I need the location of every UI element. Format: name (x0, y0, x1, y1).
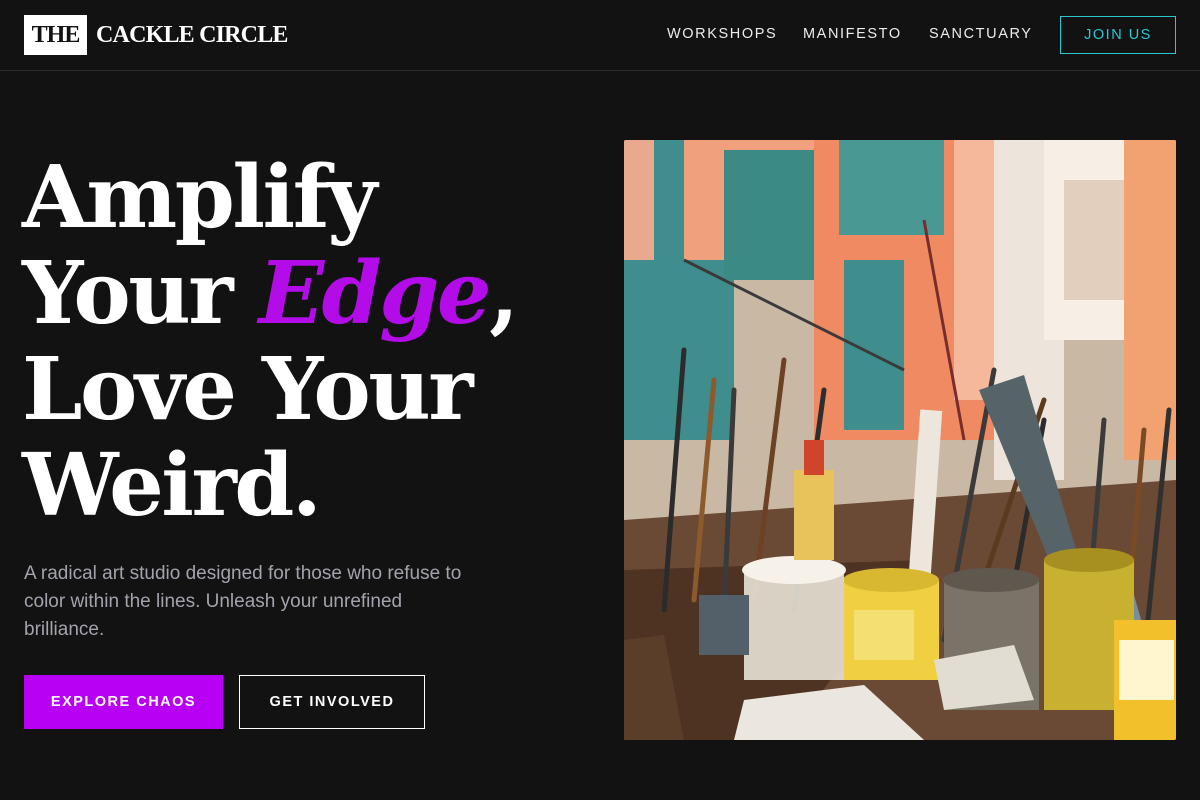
logo-box: THE (24, 15, 87, 55)
headline-line-2: Your Edge, (22, 246, 602, 342)
hero-image-art-supplies (624, 140, 1176, 740)
art-studio-photo (624, 140, 1176, 740)
nav-link-sanctuary[interactable]: SANCTUARY (929, 26, 1033, 42)
brand-logo[interactable]: THE CACKLE CIRCLE (24, 15, 288, 55)
hero-subtitle: A radical art studio designed for those … (24, 563, 462, 640)
headline-line-1: Amplify (22, 147, 377, 248)
hero-headline: Amplify Your Edge, Love Your Weird. (22, 150, 602, 534)
headline-line-4: Weird. (22, 435, 322, 536)
headline-accent-edge: Edge (258, 243, 492, 344)
headline-your: Your (22, 243, 259, 344)
get-involved-button[interactable]: GET INVOLVED (239, 675, 425, 729)
logo-text: CACKLE CIRCLE (96, 21, 288, 48)
headline-comma: , (489, 243, 519, 344)
headline-line-3: Love Your (22, 339, 474, 440)
explore-chaos-button[interactable]: EXPLORE CHAOS (24, 675, 223, 729)
nav-link-manifesto[interactable]: MANIFESTO (803, 26, 902, 42)
nav-link-workshops[interactable]: WORKSHOPS (667, 26, 777, 42)
site-header: THE CACKLE CIRCLE WORKSHOPS MANIFESTO SA… (0, 0, 1200, 71)
join-us-button[interactable]: JOIN US (1060, 16, 1176, 54)
